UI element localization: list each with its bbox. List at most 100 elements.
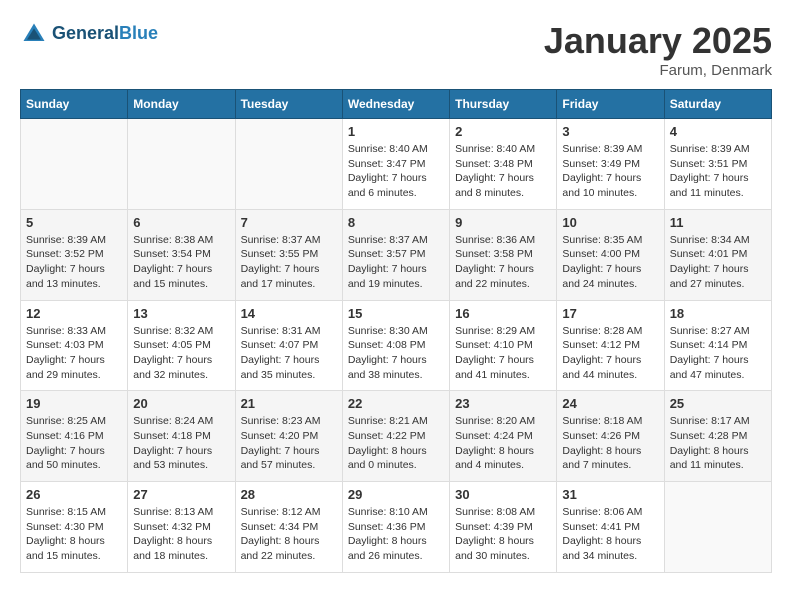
- day-info: Sunrise: 8:40 AMSunset: 3:48 PMDaylight:…: [455, 142, 551, 201]
- calendar-cell: 18 Sunrise: 8:27 AMSunset: 4:14 PMDayligh…: [664, 300, 771, 391]
- day-number: 26: [26, 487, 122, 502]
- calendar-week-row: 19 Sunrise: 8:25 AMSunset: 4:16 PMDayligh…: [21, 391, 772, 482]
- calendar-cell: 22Sunrise: 8:21 AMSunset: 4:22 PMDayligh…: [342, 391, 449, 482]
- title-block: January 2025 Farum, Denmark: [544, 20, 772, 79]
- day-number: 4: [670, 124, 766, 139]
- day-info: Sunrise: 8:38 AMSunset: 3:54 PMDaylight:…: [133, 233, 229, 292]
- calendar-cell: 5 Sunrise: 8:39 AMSunset: 3:52 PMDaylight…: [21, 209, 128, 300]
- day-info: Sunrise: 8:06 AMSunset: 4:41 PMDaylight:…: [562, 505, 658, 564]
- day-number: 14: [241, 306, 337, 321]
- day-info: Sunrise: 8:27 AMSunset: 4:14 PMDaylight:…: [670, 324, 766, 383]
- calendar-cell: 6 Sunrise: 8:38 AMSunset: 3:54 PMDaylight…: [128, 209, 235, 300]
- day-info: Sunrise: 8:13 AMSunset: 4:32 PMDaylight:…: [133, 505, 229, 564]
- day-number: 25: [670, 396, 766, 411]
- day-info: Sunrise: 8:29 AMSunset: 4:10 PMDaylight:…: [455, 324, 551, 383]
- calendar-cell: 8 Sunrise: 8:37 AMSunset: 3:57 PMDaylight…: [342, 209, 449, 300]
- calendar-cell: 31 Sunrise: 8:06 AMSunset: 4:41 PMDayligh…: [557, 482, 664, 573]
- day-number: 29: [348, 487, 444, 502]
- calendar-cell: [664, 482, 771, 573]
- weekday-header: Saturday: [664, 90, 771, 119]
- calendar-table: SundayMondayTuesdayWednesdayThursdayFrid…: [20, 89, 772, 573]
- day-number: 15: [348, 306, 444, 321]
- day-number: 16: [455, 306, 551, 321]
- calendar-cell: 11 Sunrise: 8:34 AMSunset: 4:01 PMDayligh…: [664, 209, 771, 300]
- day-number: 12: [26, 306, 122, 321]
- day-number: 9: [455, 215, 551, 230]
- logo-text-blue: Blue: [119, 23, 158, 43]
- calendar-cell: 29 Sunrise: 8:10 AMSunset: 4:36 PMDayligh…: [342, 482, 449, 573]
- calendar-cell: [21, 119, 128, 210]
- day-info: Sunrise: 8:12 AMSunset: 4:34 PMDaylight:…: [241, 505, 337, 564]
- calendar-week-row: 5 Sunrise: 8:39 AMSunset: 3:52 PMDaylight…: [21, 209, 772, 300]
- day-info: Sunrise: 8:20 AMSunset: 4:24 PMDaylight:…: [455, 414, 551, 473]
- day-info: Sunrise: 8:37 AMSunset: 3:57 PMDaylight:…: [348, 233, 444, 292]
- day-number: 13: [133, 306, 229, 321]
- day-info: Sunrise: 8:30 AMSunset: 4:08 PMDaylight:…: [348, 324, 444, 383]
- calendar-cell: 15 Sunrise: 8:30 AMSunset: 4:08 PMDayligh…: [342, 300, 449, 391]
- calendar-cell: 23 Sunrise: 8:20 AMSunset: 4:24 PMDayligh…: [450, 391, 557, 482]
- day-info: Sunrise: 8:40 AMSunset: 3:47 PMDaylight:…: [348, 142, 444, 201]
- day-number: 20: [133, 396, 229, 411]
- calendar-cell: 12 Sunrise: 8:33 AMSunset: 4:03 PMDayligh…: [21, 300, 128, 391]
- calendar-cell: 16 Sunrise: 8:29 AMSunset: 4:10 PMDayligh…: [450, 300, 557, 391]
- day-number: 19: [26, 396, 122, 411]
- calendar-cell: [128, 119, 235, 210]
- day-info: Sunrise: 8:33 AMSunset: 4:03 PMDaylight:…: [26, 324, 122, 383]
- day-number: 17: [562, 306, 658, 321]
- calendar-cell: 26Sunrise: 8:15 AMSunset: 4:30 PMDayligh…: [21, 482, 128, 573]
- day-number: 23: [455, 396, 551, 411]
- weekday-header: Monday: [128, 90, 235, 119]
- weekday-header-row: SundayMondayTuesdayWednesdayThursdayFrid…: [21, 90, 772, 119]
- day-info: Sunrise: 8:39 AMSunset: 3:49 PMDaylight:…: [562, 142, 658, 201]
- day-number: 5: [26, 215, 122, 230]
- day-info: Sunrise: 8:18 AMSunset: 4:26 PMDaylight:…: [562, 414, 658, 473]
- location: Farum, Denmark: [544, 62, 772, 79]
- calendar-cell: 27 Sunrise: 8:13 AMSunset: 4:32 PMDayligh…: [128, 482, 235, 573]
- day-info: Sunrise: 8:35 AMSunset: 4:00 PMDaylight:…: [562, 233, 658, 292]
- calendar-cell: 20 Sunrise: 8:24 AMSunset: 4:18 PMDayligh…: [128, 391, 235, 482]
- weekday-header: Friday: [557, 90, 664, 119]
- logo: GeneralBlue: [20, 20, 158, 48]
- day-info: Sunrise: 8:25 AMSunset: 4:16 PMDaylight:…: [26, 414, 122, 473]
- calendar-cell: 13Sunrise: 8:32 AMSunset: 4:05 PMDayligh…: [128, 300, 235, 391]
- calendar-cell: 28Sunrise: 8:12 AMSunset: 4:34 PMDayligh…: [235, 482, 342, 573]
- calendar-cell: [235, 119, 342, 210]
- day-number: 18: [670, 306, 766, 321]
- calendar-cell: 17Sunrise: 8:28 AMSunset: 4:12 PMDayligh…: [557, 300, 664, 391]
- calendar-week-row: 26Sunrise: 8:15 AMSunset: 4:30 PMDayligh…: [21, 482, 772, 573]
- day-info: Sunrise: 8:37 AMSunset: 3:55 PMDaylight:…: [241, 233, 337, 292]
- day-number: 27: [133, 487, 229, 502]
- calendar-cell: 2Sunrise: 8:40 AMSunset: 3:48 PMDaylight…: [450, 119, 557, 210]
- calendar-cell: 30Sunrise: 8:08 AMSunset: 4:39 PMDayligh…: [450, 482, 557, 573]
- day-number: 11: [670, 215, 766, 230]
- logo-icon: [20, 20, 48, 48]
- calendar-week-row: 12 Sunrise: 8:33 AMSunset: 4:03 PMDayligh…: [21, 300, 772, 391]
- day-info: Sunrise: 8:24 AMSunset: 4:18 PMDaylight:…: [133, 414, 229, 473]
- day-number: 7: [241, 215, 337, 230]
- day-info: Sunrise: 8:39 AMSunset: 3:52 PMDaylight:…: [26, 233, 122, 292]
- weekday-header: Thursday: [450, 90, 557, 119]
- logo-text-general: General: [52, 23, 119, 43]
- day-info: Sunrise: 8:39 AMSunset: 3:51 PMDaylight:…: [670, 142, 766, 201]
- day-number: 6: [133, 215, 229, 230]
- day-number: 30: [455, 487, 551, 502]
- day-number: 31: [562, 487, 658, 502]
- page-header: GeneralBlue January 2025 Farum, Denmark: [20, 20, 772, 79]
- day-info: Sunrise: 8:10 AMSunset: 4:36 PMDaylight:…: [348, 505, 444, 564]
- day-info: Sunrise: 8:17 AMSunset: 4:28 PMDaylight:…: [670, 414, 766, 473]
- day-info: Sunrise: 8:21 AMSunset: 4:22 PMDaylight:…: [348, 414, 444, 473]
- calendar-cell: 9 Sunrise: 8:36 AMSunset: 3:58 PMDaylight…: [450, 209, 557, 300]
- day-number: 21: [241, 396, 337, 411]
- day-info: Sunrise: 8:36 AMSunset: 3:58 PMDaylight:…: [455, 233, 551, 292]
- calendar-cell: 25 Sunrise: 8:17 AMSunset: 4:28 PMDayligh…: [664, 391, 771, 482]
- calendar-cell: 7 Sunrise: 8:37 AMSunset: 3:55 PMDaylight…: [235, 209, 342, 300]
- calendar-cell: 10Sunrise: 8:35 AMSunset: 4:00 PMDayligh…: [557, 209, 664, 300]
- weekday-header: Sunday: [21, 90, 128, 119]
- calendar-cell: 19 Sunrise: 8:25 AMSunset: 4:16 PMDayligh…: [21, 391, 128, 482]
- calendar-cell: 21Sunrise: 8:23 AMSunset: 4:20 PMDayligh…: [235, 391, 342, 482]
- month-title: January 2025: [544, 20, 772, 62]
- calendar-cell: 4 Sunrise: 8:39 AMSunset: 3:51 PMDaylight…: [664, 119, 771, 210]
- weekday-header: Wednesday: [342, 90, 449, 119]
- day-number: 8: [348, 215, 444, 230]
- day-info: Sunrise: 8:34 AMSunset: 4:01 PMDaylight:…: [670, 233, 766, 292]
